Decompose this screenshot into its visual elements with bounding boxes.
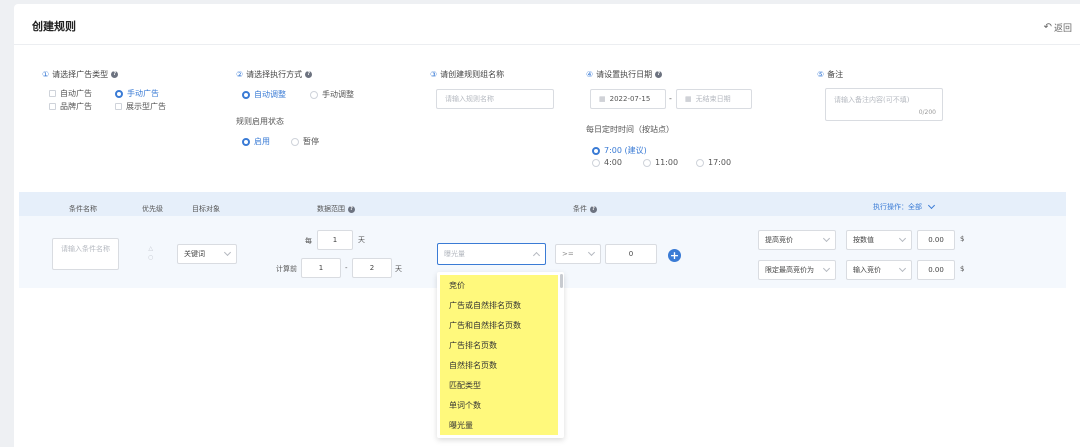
checkbox-icon: [49, 103, 56, 110]
calc-from-input[interactable]: 1: [301, 258, 341, 278]
remark-title: ⑤ 备注: [817, 70, 844, 79]
radio-off-icon: [291, 137, 299, 146]
status-enable[interactable]: 启用: [242, 136, 270, 147]
chevron-up-icon: [532, 251, 541, 259]
col-cond-name: 条件名称: [69, 205, 97, 213]
start-date-input[interactable]: ▦ 2022-07-15: [590, 89, 666, 109]
radio-off-icon: [592, 158, 600, 167]
title-divider: [14, 44, 1080, 45]
calc-label: 计算前: [276, 265, 297, 273]
dropdown-option[interactable]: 单词个数: [440, 395, 558, 415]
radio-off-icon: [643, 158, 651, 167]
priority-arrows[interactable]: △ ○: [148, 244, 153, 262]
mode-select-1[interactable]: 按数值: [846, 230, 912, 250]
radio-off-icon: [696, 158, 704, 167]
undo-icon: ↶: [1043, 22, 1052, 33]
col-target: 目标对象: [192, 205, 220, 213]
time-4[interactable]: 4:00: [592, 158, 622, 167]
exec-mode-title: ② 请选择执行方式 ?: [236, 69, 313, 80]
metric-dropdown: 竞价 广告或自然排名页数 广告和自然排名页数 广告排名页数 自然排名页数 匹配类…: [437, 272, 564, 438]
arrow-down-icon: ○: [148, 254, 154, 261]
threshold-input[interactable]: 0: [605, 244, 657, 264]
dropdown-option[interactable]: 广告排名页数: [440, 335, 558, 355]
day-label: 天: [358, 236, 365, 244]
exec-mode-manual[interactable]: 手动调整: [310, 89, 354, 100]
chevron-down-icon: [822, 264, 831, 273]
end-date-input[interactable]: ▦ 无结束日期: [676, 89, 752, 109]
help-icon[interactable]: ?: [305, 71, 313, 78]
dropdown-scrollbar[interactable]: [560, 274, 563, 288]
radio-on-icon: [242, 137, 250, 146]
dropdown-option[interactable]: 竞价: [440, 275, 558, 295]
time-7[interactable]: 7:00 (建议): [592, 145, 647, 156]
time-17[interactable]: 17:00: [696, 158, 731, 167]
calendar-icon: ▦: [685, 95, 692, 103]
dropdown-option[interactable]: 广告和自然排名页数: [440, 315, 558, 335]
chevron-down-icon: [822, 234, 831, 243]
col-action[interactable]: 执行操作：全部: [873, 201, 936, 212]
radio-off-icon: [310, 90, 318, 99]
help-icon[interactable]: ?: [111, 71, 119, 78]
char-counter: 0/200: [918, 109, 936, 116]
help-icon[interactable]: ?: [590, 205, 597, 213]
help-icon[interactable]: ?: [348, 205, 355, 213]
status-pause[interactable]: 暂停: [291, 136, 319, 147]
calc-dash: -: [345, 264, 348, 272]
value-input-2[interactable]: 0.00: [917, 260, 955, 280]
col-priority: 优先级: [142, 205, 163, 213]
dropdown-option[interactable]: 匹配类型: [440, 375, 558, 395]
cond-name-input[interactable]: 请输入条件名称: [52, 238, 119, 270]
remark-textarea[interactable]: 请输入备注内容(可不填) 0/200: [825, 88, 943, 121]
chevron-down-icon: [898, 234, 907, 243]
back-link[interactable]: ↶ 返回: [1044, 21, 1072, 34]
unit-label-2: $: [960, 265, 965, 273]
ad-type-brand[interactable]: 品牌广告: [49, 101, 92, 112]
chevron-down-icon: [587, 248, 596, 257]
group-name-title: ③ 请创建规则组名称: [430, 70, 505, 79]
dropdown-option[interactable]: 广告或自然排名页数: [440, 295, 558, 315]
every-label: 每: [305, 237, 312, 245]
dropdown-option[interactable]: 曝光量: [440, 415, 558, 435]
chevron-down-icon: [927, 201, 936, 210]
chevron-down-icon: [223, 248, 232, 257]
add-condition-button[interactable]: +: [668, 249, 681, 262]
target-select[interactable]: 关键词: [177, 244, 237, 264]
radio-on-icon: [242, 90, 250, 99]
action-select-2[interactable]: 限定最高竞价为: [758, 260, 836, 280]
date-dash: -: [669, 94, 672, 103]
calc-to-input[interactable]: 2: [352, 258, 392, 278]
ad-type-manual[interactable]: 手动广告: [115, 88, 159, 99]
metric-select[interactable]: 曝光量: [437, 243, 546, 265]
unit-label-1: $: [960, 235, 965, 243]
rule-status-title: 规则启用状态: [236, 117, 284, 126]
daily-time-title: 每日定时时间（按站点）: [586, 125, 674, 134]
exec-mode-auto[interactable]: 自动调整: [242, 89, 286, 100]
dropdown-option[interactable]: 自然排名页数: [440, 355, 558, 375]
col-condition: 条件?: [573, 204, 597, 214]
back-label: 返回: [1053, 24, 1072, 34]
calc-day-label: 天: [395, 265, 402, 273]
time-11[interactable]: 11:00: [643, 158, 678, 167]
ad-type-display[interactable]: 展示型广告: [115, 101, 166, 112]
arrow-up-icon: △: [148, 245, 153, 252]
every-input[interactable]: 1: [317, 230, 353, 250]
mode-select-2[interactable]: 输入竞价: [846, 260, 912, 280]
group-name-input[interactable]: 请输入规则名称: [436, 89, 554, 109]
value-input-1[interactable]: 0.00: [917, 230, 955, 250]
exec-date-title: ④ 请设置执行日期 ?: [586, 69, 663, 80]
page-title: 创建规则: [32, 20, 76, 33]
chevron-down-icon: [898, 264, 907, 273]
checkbox-icon: [115, 103, 122, 110]
ad-type-auto[interactable]: 自动广告: [49, 88, 92, 99]
radio-on-icon: [115, 89, 123, 98]
ad-type-title: ① 请选择广告类型 ?: [42, 69, 119, 80]
calendar-icon: ▦: [599, 95, 606, 103]
radio-on-icon: [592, 146, 600, 155]
operator-select[interactable]: >=: [555, 244, 601, 264]
action-select-1[interactable]: 提高竞价: [758, 230, 836, 250]
col-data-range: 数据范围?: [317, 204, 355, 214]
help-icon[interactable]: ?: [655, 71, 663, 78]
checkbox-icon: [49, 90, 56, 97]
